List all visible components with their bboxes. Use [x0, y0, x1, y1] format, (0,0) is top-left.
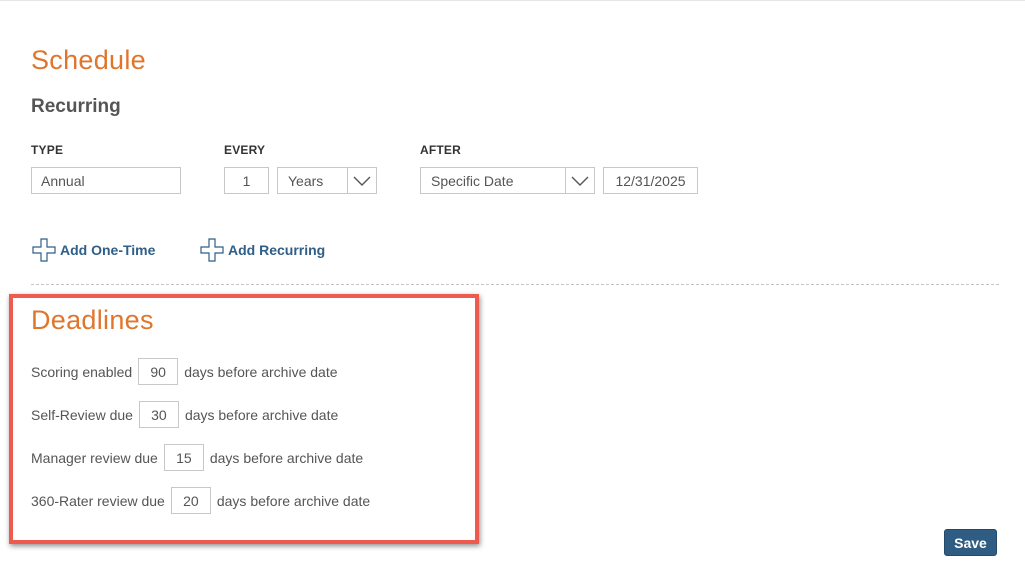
after-option-select[interactable]: Specific Date — [420, 167, 595, 194]
after-option-value: Specific Date — [431, 172, 514, 189]
chevron-down-icon[interactable] — [565, 168, 594, 193]
deadlines-title: Deadlines — [31, 305, 154, 335]
after-date-input[interactable] — [603, 167, 698, 194]
deadline-row-manager-review: Manager review due days before archive d… — [31, 444, 363, 471]
every-unit-value: Years — [288, 172, 324, 189]
every-count-input[interactable] — [224, 167, 269, 194]
plus-icon — [32, 238, 56, 262]
deadline-label: Manager review due — [31, 449, 158, 466]
deadline-label: Self-Review due — [31, 406, 133, 423]
schedule-title: Schedule — [31, 45, 146, 75]
deadline-label: Scoring enabled — [31, 363, 133, 380]
every-unit-select[interactable]: Years — [277, 167, 377, 194]
deadline-suffix: days before archive date — [209, 449, 364, 466]
type-input[interactable] — [31, 167, 181, 194]
deadline-row-scoring: Scoring enabled days before archive date — [31, 358, 338, 385]
deadline-suffix: days before archive date — [184, 363, 338, 380]
add-recurring-label: Add Recurring — [228, 242, 326, 258]
recurring-title: Recurring — [31, 96, 121, 117]
manager-review-days-input[interactable] — [163, 444, 204, 471]
top-divider — [0, 0, 1025, 1]
add-one-time-link[interactable]: Add One-Time — [31, 237, 155, 263]
deadline-row-360-rater-review: 360-Rater review due days before archive… — [31, 487, 370, 514]
deadline-suffix: days before archive date — [216, 492, 371, 509]
type-label: TYPE — [31, 143, 64, 157]
deadline-label: 360-Rater review due — [31, 492, 165, 509]
add-one-time-label: Add One-Time — [60, 242, 156, 258]
deadline-row-self-review: Self-Review due days before archive date — [31, 401, 338, 428]
save-button[interactable]: Save — [944, 529, 997, 556]
deadline-suffix: days before archive date — [184, 406, 339, 423]
every-label: EVERY — [224, 143, 266, 157]
chevron-down-icon[interactable] — [347, 168, 376, 193]
section-divider — [31, 284, 999, 285]
add-recurring-link[interactable]: Add Recurring — [199, 237, 325, 263]
rater-review-days-input[interactable] — [170, 487, 211, 514]
plus-icon — [200, 238, 224, 262]
self-review-days-input[interactable] — [138, 401, 179, 428]
after-label: AFTER — [420, 143, 461, 157]
scoring-days-input[interactable] — [138, 358, 179, 385]
